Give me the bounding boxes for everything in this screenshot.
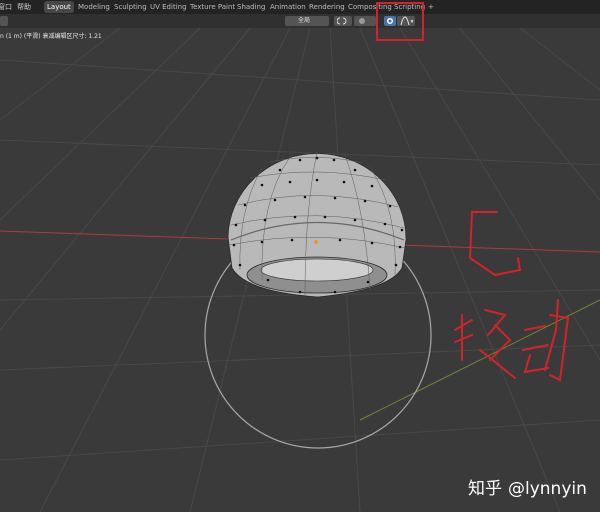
tab-uv-editing[interactable]: UV Editing	[147, 1, 190, 13]
transform-orientation-dropdown[interactable]: 全局	[285, 16, 329, 26]
snap-toggle[interactable]	[334, 16, 352, 26]
menu-window[interactable]: 窗口	[0, 0, 12, 14]
annotation-g-letter	[468, 211, 522, 277]
tab-texture-paint[interactable]: Texture Paint	[187, 1, 238, 13]
viewport-header: 全局	[0, 14, 600, 28]
annotation-highlight-box	[376, 2, 424, 41]
tab-modeling[interactable]: Modeling	[75, 1, 113, 13]
menu-help[interactable]: 帮助	[17, 0, 31, 14]
tab-sculpting[interactable]: Sculpting	[111, 1, 150, 13]
watermark: 知乎 @lynnyin	[468, 474, 587, 499]
origin-point	[314, 240, 318, 244]
annotation-move-text	[454, 299, 570, 382]
watermark-site: 知乎	[468, 479, 502, 499]
orientation-label: 全局	[298, 17, 311, 24]
watermark-handle: @lynnyin	[508, 479, 587, 499]
top-menu-bar: 窗口 帮助 Layout Modeling Sculpting UV Editi…	[0, 0, 600, 14]
sphere-mesh[interactable]	[227, 151, 407, 298]
tab-animation[interactable]: Animation	[267, 1, 309, 13]
magnet-icon	[336, 17, 347, 25]
add-workspace-button[interactable]: +	[425, 1, 437, 13]
tab-shading[interactable]: Shading	[234, 1, 268, 13]
operator-status-text: n (1 m) (平滑) 衰减编辑区尺寸: 1.21	[0, 33, 102, 40]
pivot-dropdown[interactable]	[354, 16, 376, 26]
tab-layout[interactable]: Layout	[44, 1, 74, 13]
view-toggle-icon[interactable]	[0, 16, 8, 26]
tab-rendering[interactable]: Rendering	[306, 1, 348, 13]
3d-viewport[interactable]	[0, 0, 600, 512]
pivot-icon	[359, 18, 365, 24]
